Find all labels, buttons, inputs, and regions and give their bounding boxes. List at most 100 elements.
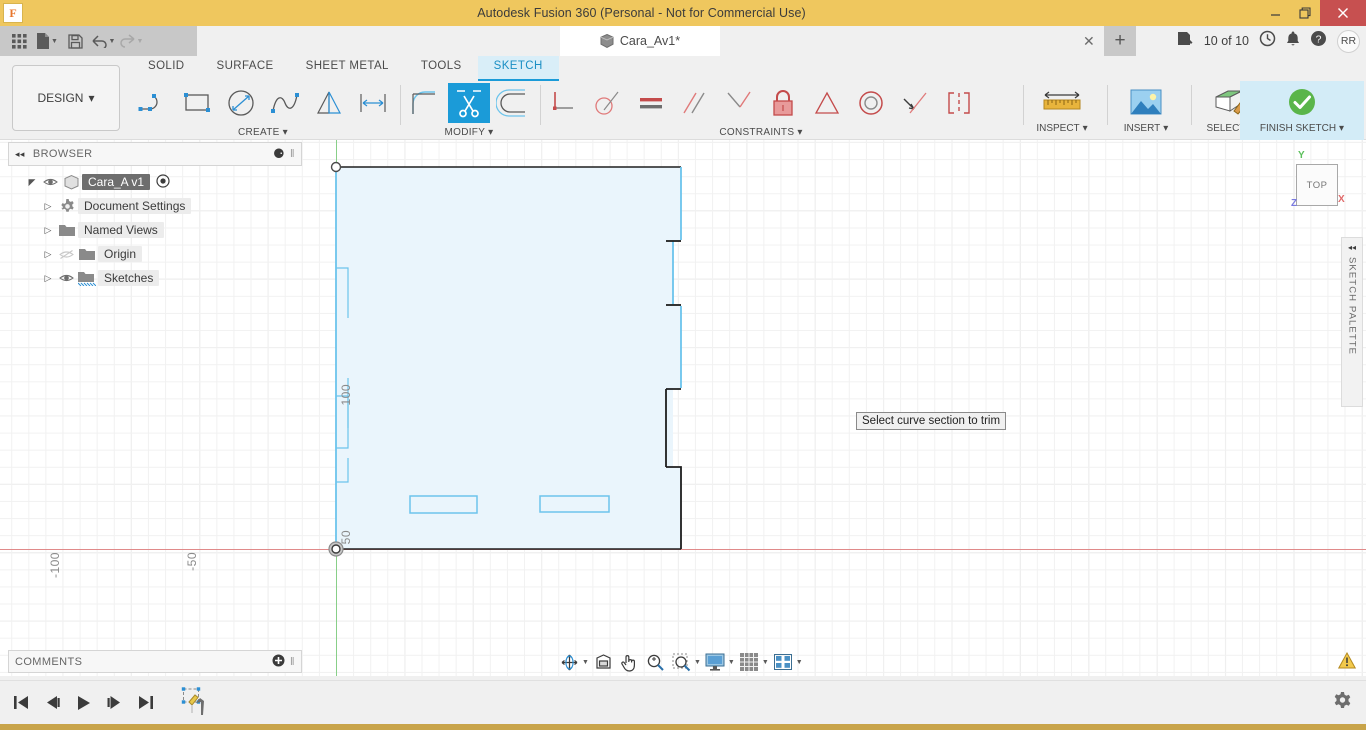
undo-icon[interactable]: ▼ [90,29,116,53]
fix-unfix-constraint[interactable] [762,83,804,123]
timeline-play[interactable] [72,691,94,715]
component-activate-icon[interactable] [156,173,170,191]
comments-panel-header[interactable]: COMMENTS ‖ [8,650,302,673]
tree-node-cara-a[interactable]: ◤ Cara_A v1 [8,170,302,194]
resize-handle[interactable]: ‖ [290,148,295,160]
expand-triangle-icon[interactable]: ▷ [40,201,56,212]
tab-solid[interactable]: SOLID [132,56,201,81]
tree-node-origin[interactable]: ▷ Origin [8,242,302,266]
visibility-eye-icon[interactable] [56,273,76,283]
chevron-down-icon[interactable]: ▼ [694,659,701,666]
chevron-down-icon[interactable]: ▼ [582,659,589,666]
expand-triangle-icon[interactable]: ▷ [40,225,56,236]
visibility-eye-icon[interactable] [40,177,60,187]
coincident-constraint[interactable] [542,83,584,123]
viewports-control[interactable]: ▼ [772,650,803,674]
sketch-dimension-tool[interactable] [352,83,394,123]
bell-icon[interactable] [1286,31,1300,52]
viewports-icon[interactable] [772,650,795,674]
orbit-icon[interactable] [558,650,581,674]
minimize-icon[interactable]: ⚈ [273,146,285,162]
timeline-step-back[interactable] [41,691,63,715]
display-settings-control[interactable]: ▼ [704,650,735,674]
parallel-constraint[interactable] [674,83,716,123]
dimension-label-50[interactable]: 50 [339,530,353,544]
tab-tools[interactable]: TOOLS [405,56,478,81]
offset-tool[interactable] [492,83,534,123]
pan-icon[interactable] [618,650,641,674]
insert-button[interactable]: INSERT ▾ [1109,81,1183,140]
fillet-tool[interactable] [404,83,446,123]
equal-constraint[interactable] [630,83,672,123]
collapse-icon[interactable]: ◂◂ [1348,243,1356,252]
inspect-button[interactable]: INSPECT ▾ [1025,81,1099,140]
finish-sketch-button[interactable]: FINISH SKETCH ▾ [1240,81,1364,140]
new-file-icon[interactable]: ▼ [34,29,60,53]
warning-icon[interactable] [1337,651,1357,674]
orbit-control[interactable]: ▼ [558,650,589,674]
look-at-icon[interactable] [592,650,615,674]
collinear-constraint[interactable] [894,83,936,123]
view-cube[interactable]: TOP [1296,164,1338,206]
tree-node-sketches[interactable]: ▷ Sketches [8,266,302,290]
document-tab[interactable]: Cara_Av1* [560,26,720,56]
close-button[interactable] [1320,0,1366,26]
constraints-group-label[interactable]: CONSTRAINTS ▾ [719,125,802,140]
collapse-icon[interactable]: ◂◂ [15,149,25,160]
zoom-window-icon[interactable] [670,650,693,674]
tree-node-named-views[interactable]: ▷ Named Views [8,218,302,242]
chevron-down-icon[interactable]: ▼ [762,659,769,666]
gear-icon[interactable] [1333,692,1352,716]
line-tool[interactable] [132,83,174,123]
tab-surface[interactable]: SURFACE [201,56,290,81]
concentric-constraint[interactable] [850,83,892,123]
expand-triangle-icon[interactable]: ◤ [24,177,40,188]
grid-snaps-icon[interactable] [738,650,761,674]
sketch-palette-tab[interactable]: ◂◂ SKETCH PALETTE [1341,237,1363,407]
tree-node-document-settings[interactable]: ▷ Document Settings [8,194,302,218]
create-group-label[interactable]: CREATE ▾ [238,125,288,140]
resize-handle[interactable]: ‖ [290,656,295,668]
clock-icon[interactable] [1259,30,1276,52]
chevron-down-icon[interactable]: ▼ [109,38,116,45]
design-workspace-menu[interactable]: DESIGN ▾ [12,65,120,131]
horizontal-vertical-constraint[interactable] [718,83,760,123]
chevron-down-icon[interactable]: ▼ [51,38,58,45]
save-icon[interactable] [62,29,88,53]
chevron-down-icon[interactable]: ▼ [796,659,803,666]
maximize-button[interactable] [1290,0,1320,26]
help-icon[interactable]: ? [1310,30,1327,52]
zoom-icon[interactable] [644,650,667,674]
expand-triangle-icon[interactable]: ▷ [40,249,56,260]
zoom-window-control[interactable]: ▼ [670,650,701,674]
trim-tool[interactable] [448,83,490,123]
modify-group-label[interactable]: MODIFY ▾ [444,125,493,140]
dimension-label-100[interactable]: 100 [339,384,353,406]
chevron-down-icon[interactable]: ▼ [728,659,735,666]
redo-icon[interactable]: ▼ [118,29,144,53]
spline-tool[interactable] [264,83,306,123]
midpoint-constraint[interactable] [806,83,848,123]
timeline-go-end[interactable] [134,691,156,715]
timeline-go-start[interactable] [10,691,32,715]
visibility-eye-off-icon[interactable] [56,249,76,260]
perpendicular-constraint[interactable] [586,83,628,123]
job-status-icon[interactable] [1177,31,1194,52]
tab-close-icon[interactable]: ✕ [1083,33,1095,50]
grid-snaps-control[interactable]: ▼ [738,650,769,674]
timeline-step-forward[interactable] [103,691,125,715]
mirror-tool[interactable] [308,83,350,123]
expand-triangle-icon[interactable]: ▷ [40,273,56,284]
chevron-down-icon[interactable]: ▼ [137,38,144,45]
avatar[interactable]: RR [1337,29,1360,53]
add-comment-icon[interactable] [272,654,285,670]
new-tab-button[interactable]: + [1104,26,1136,56]
app-grid-icon[interactable] [6,29,32,53]
sketch-feature-node[interactable] [181,685,211,720]
display-settings-icon[interactable] [704,650,727,674]
minimize-button[interactable] [1260,0,1290,26]
rectangle-tool[interactable] [176,83,218,123]
tab-sketch[interactable]: SKETCH [477,56,559,81]
symmetry-constraint[interactable] [938,83,980,123]
circle-tool[interactable] [220,83,262,123]
